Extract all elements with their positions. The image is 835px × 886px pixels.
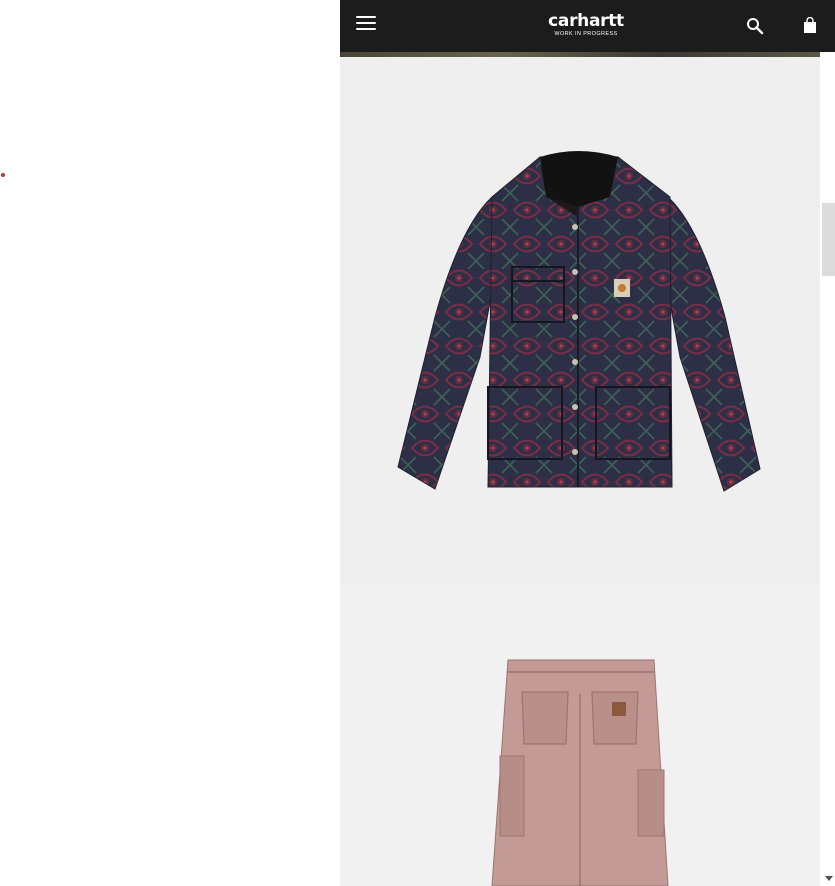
shopping-bag-icon[interactable] [803,17,817,34]
product-card-jacket[interactable] [340,57,820,584]
status-dot [1,173,5,177]
pants-image [491,659,669,886]
search-icon[interactable] [746,17,764,35]
page: carhartt WORK IN PROGRESS [0,0,835,886]
site-header: carhartt WORK IN PROGRESS [340,0,835,52]
hamburger-menu-icon[interactable] [356,16,376,32]
scroll-down-arrow-icon[interactable] [825,876,833,881]
brand-name: carhartt [548,11,624,31]
scrollbar-thumb[interactable] [822,203,835,276]
jacket-image [397,151,761,492]
product-card-pants[interactable] [340,584,820,886]
brand-tagline: WORK IN PROGRESS [554,31,618,37]
brand-logo[interactable]: carhartt WORK IN PROGRESS [538,13,634,38]
